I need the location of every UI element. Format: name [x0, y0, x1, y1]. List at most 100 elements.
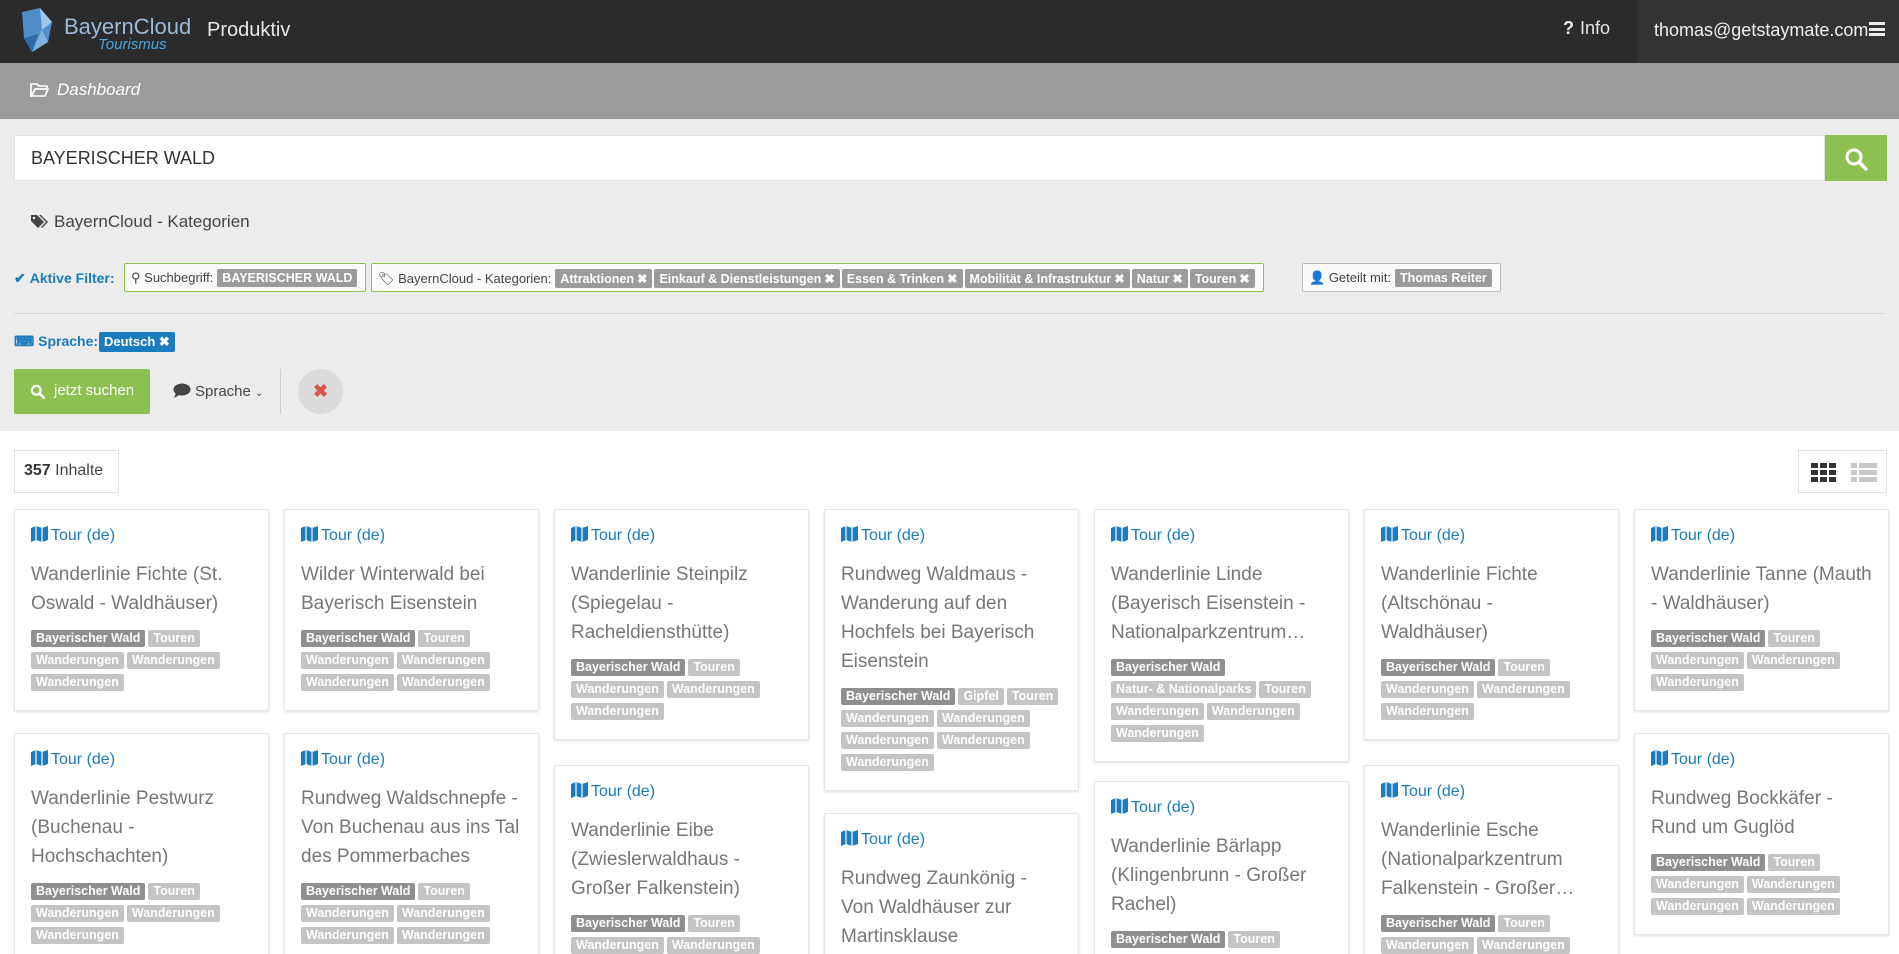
categories-link[interactable]: BayernCloud - Kategorien — [30, 212, 250, 232]
card-type-label: Tour (de) — [1671, 527, 1736, 544]
content-card[interactable]: Tour (de) Wanderlinie Pestwurz (Buchenau … — [14, 733, 269, 954]
card-tag: Wanderungen — [396, 927, 490, 944]
logo-subtitle: Tourismus — [98, 36, 167, 53]
user-small-icon: 👤 — [1309, 270, 1326, 285]
filter-chip-einkauf[interactable]: Einkauf & Dienstleistungen ✖ — [654, 269, 840, 288]
reset-filters-button[interactable]: ✖ — [298, 369, 343, 414]
remove-icon[interactable]: ✖ — [1114, 272, 1124, 286]
card-title[interactable]: Wanderlinie Bärlapp (Klingenbrunn - Groß… — [1111, 832, 1332, 919]
card-type-label: Tour (de) — [591, 527, 656, 544]
breadcrumb-dashboard[interactable]: Dashboard — [57, 80, 140, 100]
card-type: Tour (de) — [1111, 526, 1332, 546]
remove-icon[interactable]: ✖ — [637, 272, 647, 286]
card-title[interactable]: Rundweg Waldmaus - Wanderung auf den Hoc… — [841, 560, 1062, 676]
card-tag: Bayerischer Wald — [31, 883, 146, 900]
card-title[interactable]: Wanderlinie Esche (Nationalparkzentrum F… — [1381, 816, 1602, 903]
card-tag: Touren — [688, 659, 740, 676]
filter-chip-touren[interactable]: Touren ✖ — [1189, 269, 1255, 288]
card-tag: Wanderungen — [126, 652, 220, 669]
search-button[interactable] — [1825, 135, 1887, 181]
card-type-label: Tour (de) — [861, 527, 926, 544]
content-card[interactable]: Tour (de) Rundweg Zaunkönig - Von Waldhäu… — [824, 813, 1079, 954]
categories-label: BayernCloud - Kategorien: — [398, 271, 552, 286]
card-title[interactable]: Wanderlinie Linde (Bayerisch Eisenstein … — [1111, 560, 1332, 647]
card-type: Tour (de) — [1381, 782, 1602, 802]
card-title[interactable]: Wanderlinie Fichte (Altschönau - Waldhäu… — [1381, 560, 1602, 647]
map-icon — [841, 830, 858, 846]
content-card[interactable]: Tour (de) Rundweg Bockkäfer - Rund um Gug… — [1634, 733, 1889, 935]
card-title[interactable]: Rundweg Waldschnepfe - Von Buchenau aus … — [301, 784, 522, 871]
remove-icon[interactable]: ✖ — [947, 272, 957, 286]
hamburger-menu-icon[interactable] — [1869, 22, 1885, 36]
filter-chip-mobilitaet[interactable]: Mobilität & Infrastruktur ✖ — [964, 269, 1130, 288]
content-card[interactable]: Tour (de) Wanderlinie Eibe (Zwieslerwaldh… — [554, 765, 809, 954]
card-title[interactable]: Rundweg Bockkäfer - Rund um Guglöd — [1651, 784, 1872, 842]
card-tag: Wanderungen — [31, 674, 124, 691]
list-view-icon[interactable] — [1851, 463, 1877, 483]
bayerncloud-logo[interactable]: BayernCloud Tourismus — [18, 8, 191, 56]
language-dropdown[interactable]: Sprache ⌄ — [173, 383, 263, 400]
card-title[interactable]: Wilder Winterwald bei Bayerisch Eisenste… — [301, 560, 522, 618]
filter-chip-natur[interactable]: Natur ✖ — [1131, 269, 1188, 288]
card-tag: Touren — [418, 630, 470, 647]
card-tags: Bayerischer Wald TourenWanderungen Wanderu… — [301, 883, 522, 949]
remove-icon[interactable]: ✖ — [824, 272, 834, 286]
content-card[interactable]: Tour (de) Wanderlinie Bärlapp (Klingenbru… — [1094, 781, 1349, 954]
filter-group-categories: 🏷 BayernCloud - Kategorien: Attraktionen ✖… — [371, 263, 1264, 292]
card-type: Tour (de) — [1651, 526, 1872, 546]
card-tag: Wanderungen — [301, 905, 394, 922]
card-tag: Wanderungen — [1651, 876, 1744, 893]
content-card[interactable]: Tour (de) Wilder Winterwald bei Bayerisch… — [284, 509, 539, 711]
language-chip[interactable]: Deutsch ✖ — [99, 332, 175, 352]
filter-chip-essen[interactable]: Essen & Trinken ✖ — [841, 269, 963, 288]
card-type: Tour (de) — [571, 782, 792, 802]
card-tag: Wanderungen — [666, 681, 760, 698]
card-tag: Wanderungen — [936, 732, 1030, 749]
language-icon: ⌨ — [14, 333, 35, 349]
card-title[interactable]: Wanderlinie Tanne (Mauth - Waldhäuser) — [1651, 560, 1872, 618]
chevron-down-icon: ⌄ — [255, 388, 264, 399]
card-tags: Bayerischer Wald TourenWanderungen Wanderu… — [31, 630, 252, 696]
content-card[interactable]: Tour (de) Rundweg Waldschnepfe - Von Buch… — [284, 733, 539, 954]
card-tag: Wanderungen — [301, 927, 394, 944]
map-icon — [571, 526, 588, 542]
card-title[interactable]: Wanderlinie Steinpilz (Spiegelau - Rache… — [571, 560, 792, 647]
card-type-label: Tour (de) — [1401, 783, 1466, 800]
active-filters-text: Aktive Filter: — [29, 270, 115, 286]
view-toggle — [1798, 450, 1887, 493]
card-tag: Wanderungen — [936, 710, 1030, 727]
card-type: Tour (de) — [1111, 798, 1332, 818]
search-input[interactable]: BAYERISCHER WALD — [14, 135, 1825, 181]
search-now-button[interactable]: jetzt suchen — [14, 369, 150, 414]
card-tags: Bayerischer Wald TourenWanderungen Wanderu… — [31, 883, 252, 949]
content-card[interactable]: Tour (de) Wanderlinie Tanne (Mauth - Wald… — [1634, 509, 1889, 711]
map-icon — [31, 526, 48, 542]
content-card[interactable]: Tour (de) Wanderlinie Esche (Nationalpark… — [1364, 765, 1619, 954]
card-title[interactable]: Rundweg Zaunkönig - Von Waldhäuser zur M… — [841, 864, 1062, 951]
card-title[interactable]: Wanderlinie Eibe (Zwieslerwaldhaus - Gro… — [571, 816, 792, 903]
filter-chip-search-term[interactable]: BAYERISCHER WALD — [217, 269, 358, 287]
tags-small-icon: 🏷 — [378, 271, 395, 286]
info-link[interactable]: ? Info — [1563, 18, 1610, 39]
content-card[interactable]: Tour (de) Wanderlinie Fichte (St. Oswald … — [14, 509, 269, 711]
card-title[interactable]: Wanderlinie Fichte (St. Oswald - Waldhäu… — [31, 560, 252, 618]
content-card[interactable]: Tour (de) Rundweg Waldmaus - Wanderung au… — [824, 509, 1079, 791]
remove-icon[interactable]: ✖ — [1172, 272, 1182, 286]
card-type-label: Tour (de) — [321, 751, 386, 768]
card-tag: Touren — [1498, 915, 1550, 932]
card-title[interactable]: Wanderlinie Pestwurz (Buchenau - Hochsch… — [31, 784, 252, 871]
remove-icon[interactable]: ✖ — [159, 334, 170, 349]
content-card[interactable]: Tour (de) Wanderlinie Fichte (Altschönau … — [1364, 509, 1619, 740]
content-card[interactable]: Tour (de) Wanderlinie Steinpilz (Spiegela… — [554, 509, 809, 740]
card-tag: Wanderungen — [1476, 681, 1570, 698]
filter-chip-shared-user[interactable]: Thomas Reiter — [1394, 269, 1492, 287]
content-card[interactable]: Tour (de) Wanderlinie Linde (Bayerisch Ei… — [1094, 509, 1349, 762]
user-menu[interactable]: thomas@getstaymate.com — [1637, 0, 1899, 63]
grid-view-icon[interactable] — [1811, 463, 1837, 483]
search-small-icon: ⚲ — [131, 270, 141, 285]
card-tag: Gipfel — [958, 688, 1004, 705]
language-chip-label: Deutsch — [104, 334, 156, 349]
remove-icon[interactable]: ✖ — [1239, 272, 1249, 286]
card-type-label: Tour (de) — [861, 831, 926, 848]
filter-chip-attraktionen[interactable]: Attraktionen ✖ — [555, 269, 653, 288]
